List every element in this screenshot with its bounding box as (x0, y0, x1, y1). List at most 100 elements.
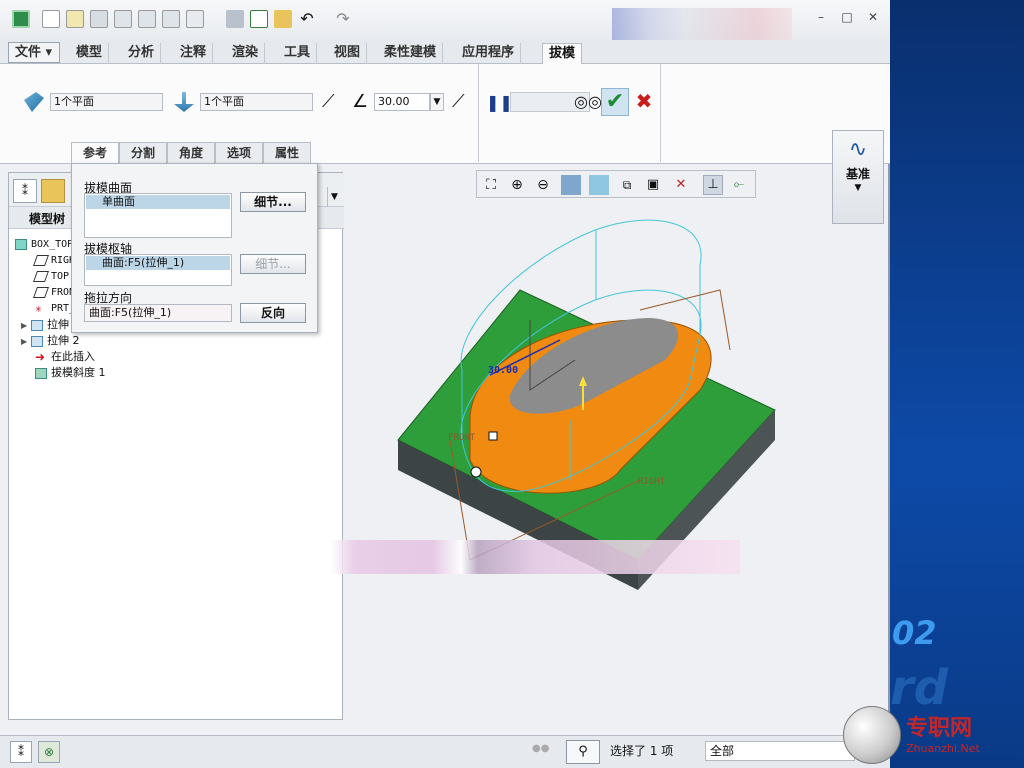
windows-icon[interactable] (186, 10, 204, 28)
subtab-split[interactable]: 分割 (119, 142, 167, 164)
folder-icon[interactable] (274, 10, 292, 28)
subtab-angles[interactable]: 角度 (167, 142, 215, 164)
close-window-icon[interactable] (226, 10, 244, 28)
show-browser-icon[interactable]: ⊗ (38, 741, 60, 763)
tab-analysis[interactable]: 分析 (122, 43, 162, 64)
tab-draft[interactable]: 拔模 (542, 43, 583, 66)
draft-hinge-item[interactable]: 曲面:F5(拉伸_1) (86, 256, 230, 270)
maximize-icon[interactable]: □ (838, 10, 856, 28)
model-tree-tab-icon[interactable]: ⁑ (13, 179, 37, 203)
copy-icon[interactable] (138, 10, 156, 28)
tab-applications[interactable]: 应用程序 (456, 43, 522, 64)
redo-icon[interactable]: ↷ (334, 10, 352, 28)
saved-views-icon[interactable]: ⧉ (617, 175, 637, 195)
angle-dropdown[interactable]: ▼ (430, 93, 444, 111)
datum-plane-icon (32, 270, 50, 282)
hinge-reference-field[interactable]: 1个平面 (50, 93, 163, 111)
display-style-icon[interactable] (589, 175, 609, 195)
draft-icon (35, 367, 47, 379)
tab-render[interactable]: 渲染 (226, 43, 266, 64)
drag-handle-circle[interactable] (470, 466, 482, 478)
refit-icon[interactable]: ⛶ (481, 175, 501, 195)
tab-model[interactable]: 模型 (70, 43, 110, 64)
tab-flexible-modeling[interactable]: 柔性建模 (378, 43, 444, 64)
tree-item-insert-here[interactable]: ➜ 在此插入 (35, 349, 95, 365)
close-icon[interactable]: ✕ (864, 10, 882, 28)
paste-icon[interactable] (162, 10, 180, 28)
save-icon[interactable] (90, 10, 108, 28)
folder-browser-tab-icon[interactable] (41, 179, 65, 203)
tab-tools[interactable]: 工具 (278, 43, 318, 64)
expand-icon[interactable]: ▶ (21, 318, 31, 334)
draft-surface-collector[interactable]: 单曲面 (84, 193, 232, 238)
regen-status-icon: ●● (532, 743, 550, 754)
angle-input[interactable]: 30.00 (374, 93, 430, 111)
angle-icon: ∠ (352, 91, 369, 112)
ribbon-separator (478, 64, 479, 162)
front-plane-label: FRONT (448, 433, 476, 443)
pull-direction-field[interactable]: 1个平面 (200, 93, 313, 111)
csys-icon: ✳ (35, 301, 42, 315)
datum-plane-icon (32, 254, 50, 266)
subtab-options[interactable]: 选项 (215, 142, 263, 164)
annotation-display-icon[interactable]: ⊥ (703, 175, 723, 195)
right-plane-label: RIGHT (638, 477, 666, 487)
part-icon (15, 238, 27, 250)
verify-glasses-icon[interactable]: ◎◎ (574, 92, 602, 112)
zoom-in-icon[interactable]: ⊕ (507, 175, 527, 195)
datum-display-icon[interactable]: ✕ (671, 175, 691, 195)
tree-item-top[interactable]: TOP (32, 269, 69, 285)
tree-item-draft-1[interactable]: 拔模斜度 1 (35, 365, 106, 381)
datum-curve-icon: ∿ (848, 137, 868, 162)
view-manager-icon[interactable]: ▣ (643, 175, 663, 195)
model-tree-title: 模型树 (29, 212, 66, 226)
desktop-number: 02 (892, 614, 937, 652)
checklist-icon[interactable] (250, 10, 268, 28)
extrude-icon (31, 319, 43, 331)
spin-center-icon[interactable]: ⟜ (729, 175, 749, 195)
open-file-icon[interactable] (66, 10, 84, 28)
new-file-icon[interactable] (42, 10, 60, 28)
subtab-references[interactable]: 参考 (71, 142, 119, 164)
datum-plane-icon (32, 286, 50, 298)
flip-pull-icon[interactable]: ⟋ (322, 92, 342, 112)
selection-filter[interactable]: 全部 (705, 741, 855, 761)
expand-icon[interactable]: ▶ (21, 334, 31, 350)
blurred-caption (330, 540, 740, 574)
tab-annotate[interactable]: 注释 (174, 43, 214, 64)
zoom-out-icon[interactable]: ⊖ (533, 175, 553, 195)
angle-dimension-text[interactable]: 30.00 (488, 365, 518, 376)
drag-handle-square[interactable] (488, 431, 498, 441)
undo-icon[interactable]: ↶ (298, 10, 316, 28)
draft-hinge-icon (24, 92, 44, 112)
tab-file[interactable]: 文件 ▾ (8, 42, 60, 63)
find-icon[interactable]: ⚲ (566, 740, 600, 764)
draft-hinge-collector[interactable]: 曲面:F5(拉伸_1) (84, 254, 232, 286)
details-button[interactable]: 细节... (240, 192, 306, 212)
pull-direction-icon (174, 92, 194, 112)
tree-settings-dropdown-icon[interactable]: ▼ (327, 187, 341, 207)
tab-view[interactable]: 视图 (328, 43, 368, 64)
status-bar: ⁑ ⊗ ●● ⚲ 选择了 1 项 全部 (0, 735, 890, 768)
quick-access-toolbar: ↶ ↷ – □ ✕ ︿ ⌕ ? (0, 0, 890, 58)
references-panel: 拔模曲面 单曲面 细节... 拔模枢轴 曲面:F5(拉伸_1) 细节... 拖拉… (71, 163, 318, 333)
app-logo-icon (12, 10, 30, 28)
extrude-icon (31, 335, 43, 347)
tree-item-part[interactable]: BOX_TOP (15, 237, 73, 253)
subtab-properties[interactable]: 属性 (263, 142, 311, 164)
pull-direction-collector[interactable]: 曲面:F5(拉伸_1) (84, 304, 232, 322)
show-navigator-icon[interactable]: ⁑ (10, 741, 32, 763)
watermark-logo (843, 706, 901, 764)
draft-surface-item[interactable]: 单曲面 (86, 195, 230, 209)
repaint-icon[interactable] (561, 175, 581, 195)
tree-item-extrude-2[interactable]: ▶ 拉伸 2 (21, 333, 80, 349)
cancel-x-icon[interactable]: ✖ (634, 91, 654, 111)
graphics-viewport[interactable]: 30.00 RIGHT FRONT (345, 200, 885, 730)
flip-button[interactable]: 反向 (240, 303, 306, 323)
regenerate-icon[interactable] (114, 10, 132, 28)
watermark-site-name: 专职网 (906, 715, 973, 741)
minimize-icon[interactable]: – (812, 10, 830, 28)
flip-angle-icon[interactable]: ⟋ (452, 92, 472, 112)
pause-icon[interactable]: ❚❚ (486, 93, 513, 113)
confirm-check-icon[interactable]: ✔ (601, 88, 629, 116)
